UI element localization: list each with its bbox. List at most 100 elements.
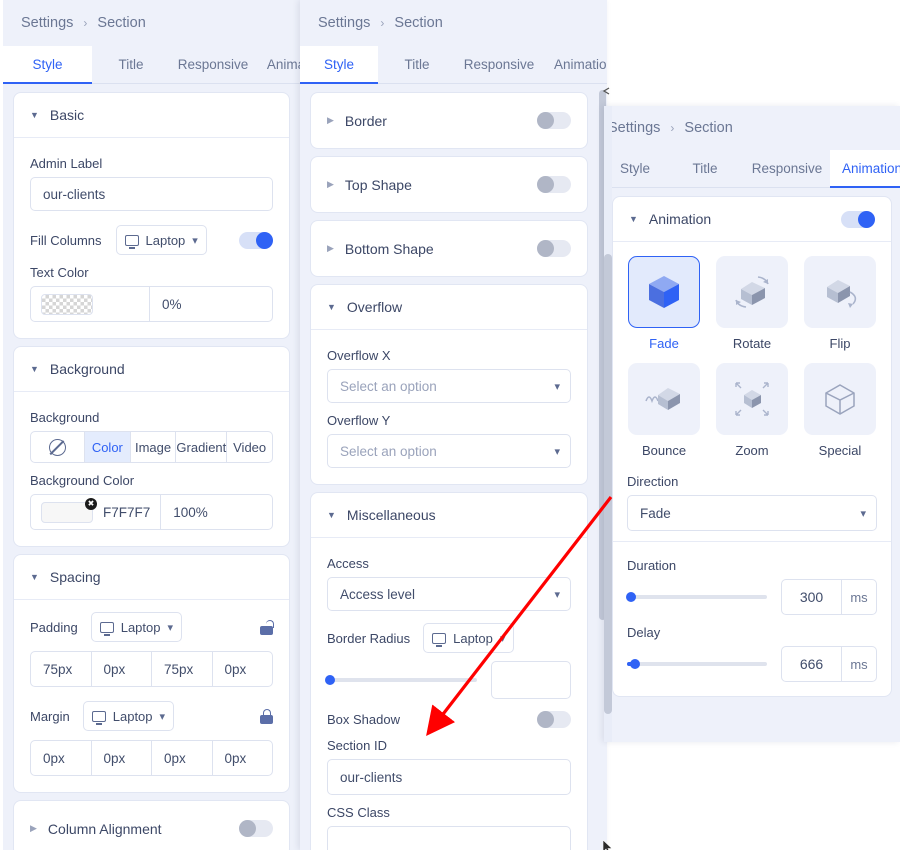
chevron-down-icon: ▼ xyxy=(327,301,336,312)
padding-top-input[interactable]: 75px xyxy=(31,652,92,686)
css-class-input[interactable] xyxy=(327,826,571,850)
card-basic-header[interactable]: ▼ Basic xyxy=(14,93,289,138)
tab-responsive[interactable]: Responsive xyxy=(170,46,256,83)
left-panel-scroll-area[interactable]: ▼ Basic Admin Label our-clients Fill Col… xyxy=(3,84,300,850)
border-radius-slider[interactable] xyxy=(325,672,477,688)
right-panel-scrollbar[interactable] xyxy=(604,106,612,742)
tab-animation[interactable]: Animation xyxy=(830,150,900,188)
animation-preset-fade[interactable]: Fade xyxy=(627,256,701,363)
card-animation-header[interactable]: ▼ Animation xyxy=(613,197,891,242)
background-type-image[interactable]: Image xyxy=(131,432,177,462)
tab-responsive[interactable]: Responsive xyxy=(456,46,542,83)
background-type-color[interactable]: Color xyxy=(85,432,131,462)
tab-label: Style xyxy=(32,57,63,72)
background-type-video[interactable]: Video xyxy=(227,432,272,462)
scrollbar-thumb[interactable] xyxy=(604,254,612,714)
animation-preset-flip[interactable]: Flip xyxy=(803,256,877,363)
margin-top-input[interactable]: 0px xyxy=(31,741,92,775)
tab-title[interactable]: Title xyxy=(378,46,456,83)
border-radius-input[interactable] xyxy=(491,661,571,699)
card-basic: ▼ Basic Admin Label our-clients Fill Col… xyxy=(14,93,289,338)
animation-preset-label: Flip xyxy=(829,336,851,351)
duration-slider[interactable] xyxy=(626,589,767,605)
chevron-right-icon: ▶ xyxy=(30,823,37,833)
background-type-none[interactable] xyxy=(31,432,85,462)
animation-preset-rotate[interactable]: Rotate xyxy=(715,256,789,363)
margin-bottom-input[interactable]: 0px xyxy=(152,741,213,775)
cube-zoom-icon xyxy=(716,363,788,435)
card-miscellaneous-header[interactable]: ▼ Miscellaneous xyxy=(311,493,587,538)
card-background-header[interactable]: ▼ Background xyxy=(14,347,289,392)
bottom-shape-toggle[interactable] xyxy=(537,240,571,257)
duration-input[interactable]: 300 xyxy=(782,580,842,614)
card-spacing-header[interactable]: ▼ Spacing xyxy=(14,555,289,600)
margin-left-input[interactable]: 0px xyxy=(213,741,273,775)
panel-collapse-caret-icon[interactable] xyxy=(600,84,612,96)
tab-animation[interactable]: Animation xyxy=(542,46,607,83)
animation-timing-section: Duration 300 ms Delay 666 ms xyxy=(613,541,891,696)
card-bottom-shape-header[interactable]: ▶ Bottom Shape xyxy=(311,221,587,276)
fill-columns-toggle[interactable] xyxy=(239,231,273,249)
background-color-swatch-wrap[interactable]: ✖ F7F7F7 xyxy=(31,495,162,529)
delay-slider[interactable] xyxy=(627,656,767,672)
access-select[interactable]: Access level ▾ xyxy=(327,577,571,611)
settings-panel-left: Settings › Section Style Title Responsiv… xyxy=(3,0,300,850)
tab-bar: Style Title Responsive Animation xyxy=(604,150,900,188)
text-color-opacity-input[interactable]: 0% xyxy=(150,287,272,321)
margin-right-input[interactable]: 0px xyxy=(92,741,152,775)
border-radius-device-select[interactable]: Laptop ▾ xyxy=(423,623,515,653)
background-color-hex[interactable]: F7F7F7 xyxy=(103,505,150,520)
breadcrumb-root[interactable]: Settings xyxy=(21,15,73,31)
fill-columns-device-select[interactable]: Laptop ▾ xyxy=(115,225,207,255)
padding-left-input[interactable]: 0px xyxy=(213,652,273,686)
text-color-swatch[interactable] xyxy=(41,293,93,315)
padding-device-select[interactable]: Laptop ▾ xyxy=(90,612,183,642)
breadcrumb-current: Section xyxy=(394,15,443,31)
margin-device-select[interactable]: Laptop ▾ xyxy=(82,701,175,731)
card-top-shape-header[interactable]: ▶ Top Shape xyxy=(311,157,587,212)
text-color-swatch-wrap[interactable] xyxy=(31,287,150,321)
tab-responsive[interactable]: Responsive xyxy=(744,150,830,187)
animation-preset-zoom[interactable]: Zoom xyxy=(715,363,789,470)
chevron-down-icon: ▼ xyxy=(30,571,39,582)
right-panel-scroll-area[interactable]: ▼ Animation Fade Rotate Flip Bounce Zoom… xyxy=(604,188,900,742)
padding-lock-icon[interactable] xyxy=(260,619,274,635)
animation-preset-bounce[interactable]: Bounce xyxy=(627,363,701,470)
breadcrumb-root[interactable]: Settings xyxy=(318,15,370,31)
delay-input[interactable]: 666 xyxy=(782,647,842,681)
direction-select[interactable]: Fade ▾ xyxy=(627,495,877,531)
column-alignment-toggle[interactable] xyxy=(239,820,273,837)
padding-bottom-input[interactable]: 75px xyxy=(152,652,213,686)
overflow-y-select[interactable]: Select an option ▾ xyxy=(327,434,571,468)
card-overflow-title: Overflow xyxy=(346,299,403,315)
middle-panel-scroll-area[interactable]: ▶ Border ▶ Top Shape ▶ Bottom Shape ▼ Ov… xyxy=(300,84,598,850)
tab-title[interactable]: Title xyxy=(92,46,170,83)
direction-value: Fade xyxy=(640,505,671,521)
tab-animation[interactable]: Anima xyxy=(256,46,300,83)
box-shadow-toggle[interactable] xyxy=(537,711,571,728)
clear-color-icon[interactable]: ✖ xyxy=(85,498,97,510)
tab-title[interactable]: Title xyxy=(666,150,744,187)
animation-toggle[interactable] xyxy=(841,210,875,228)
background-type-gradient[interactable]: Gradient xyxy=(176,432,228,462)
tab-bar: Style Title Responsive Animation xyxy=(300,46,607,84)
tab-style[interactable]: Style xyxy=(604,150,666,187)
tab-style[interactable]: Style xyxy=(3,46,92,84)
top-shape-toggle[interactable] xyxy=(537,176,571,193)
tab-style[interactable]: Style xyxy=(300,46,378,84)
tab-label: Animation xyxy=(841,161,900,176)
card-overflow-header[interactable]: ▼ Overflow xyxy=(311,285,587,330)
padding-right-input[interactable]: 0px xyxy=(92,652,152,686)
breadcrumb-root[interactable]: Settings xyxy=(608,120,660,136)
margin-lock-icon[interactable] xyxy=(260,708,273,724)
laptop-icon xyxy=(99,621,114,636)
admin-label-input[interactable]: our-clients xyxy=(30,177,273,211)
section-id-input[interactable]: our-clients xyxy=(327,759,571,795)
border-toggle[interactable] xyxy=(537,112,571,129)
card-column-alignment-header[interactable]: ▶ Column Alignment xyxy=(14,801,289,850)
overflow-x-select[interactable]: Select an option ▾ xyxy=(327,369,571,403)
background-color-opacity[interactable]: 100% xyxy=(161,495,272,529)
animation-preset-special[interactable]: Special xyxy=(803,363,877,470)
card-border-header[interactable]: ▶ Border xyxy=(311,93,587,148)
chevron-down-icon: ▼ xyxy=(30,109,39,120)
